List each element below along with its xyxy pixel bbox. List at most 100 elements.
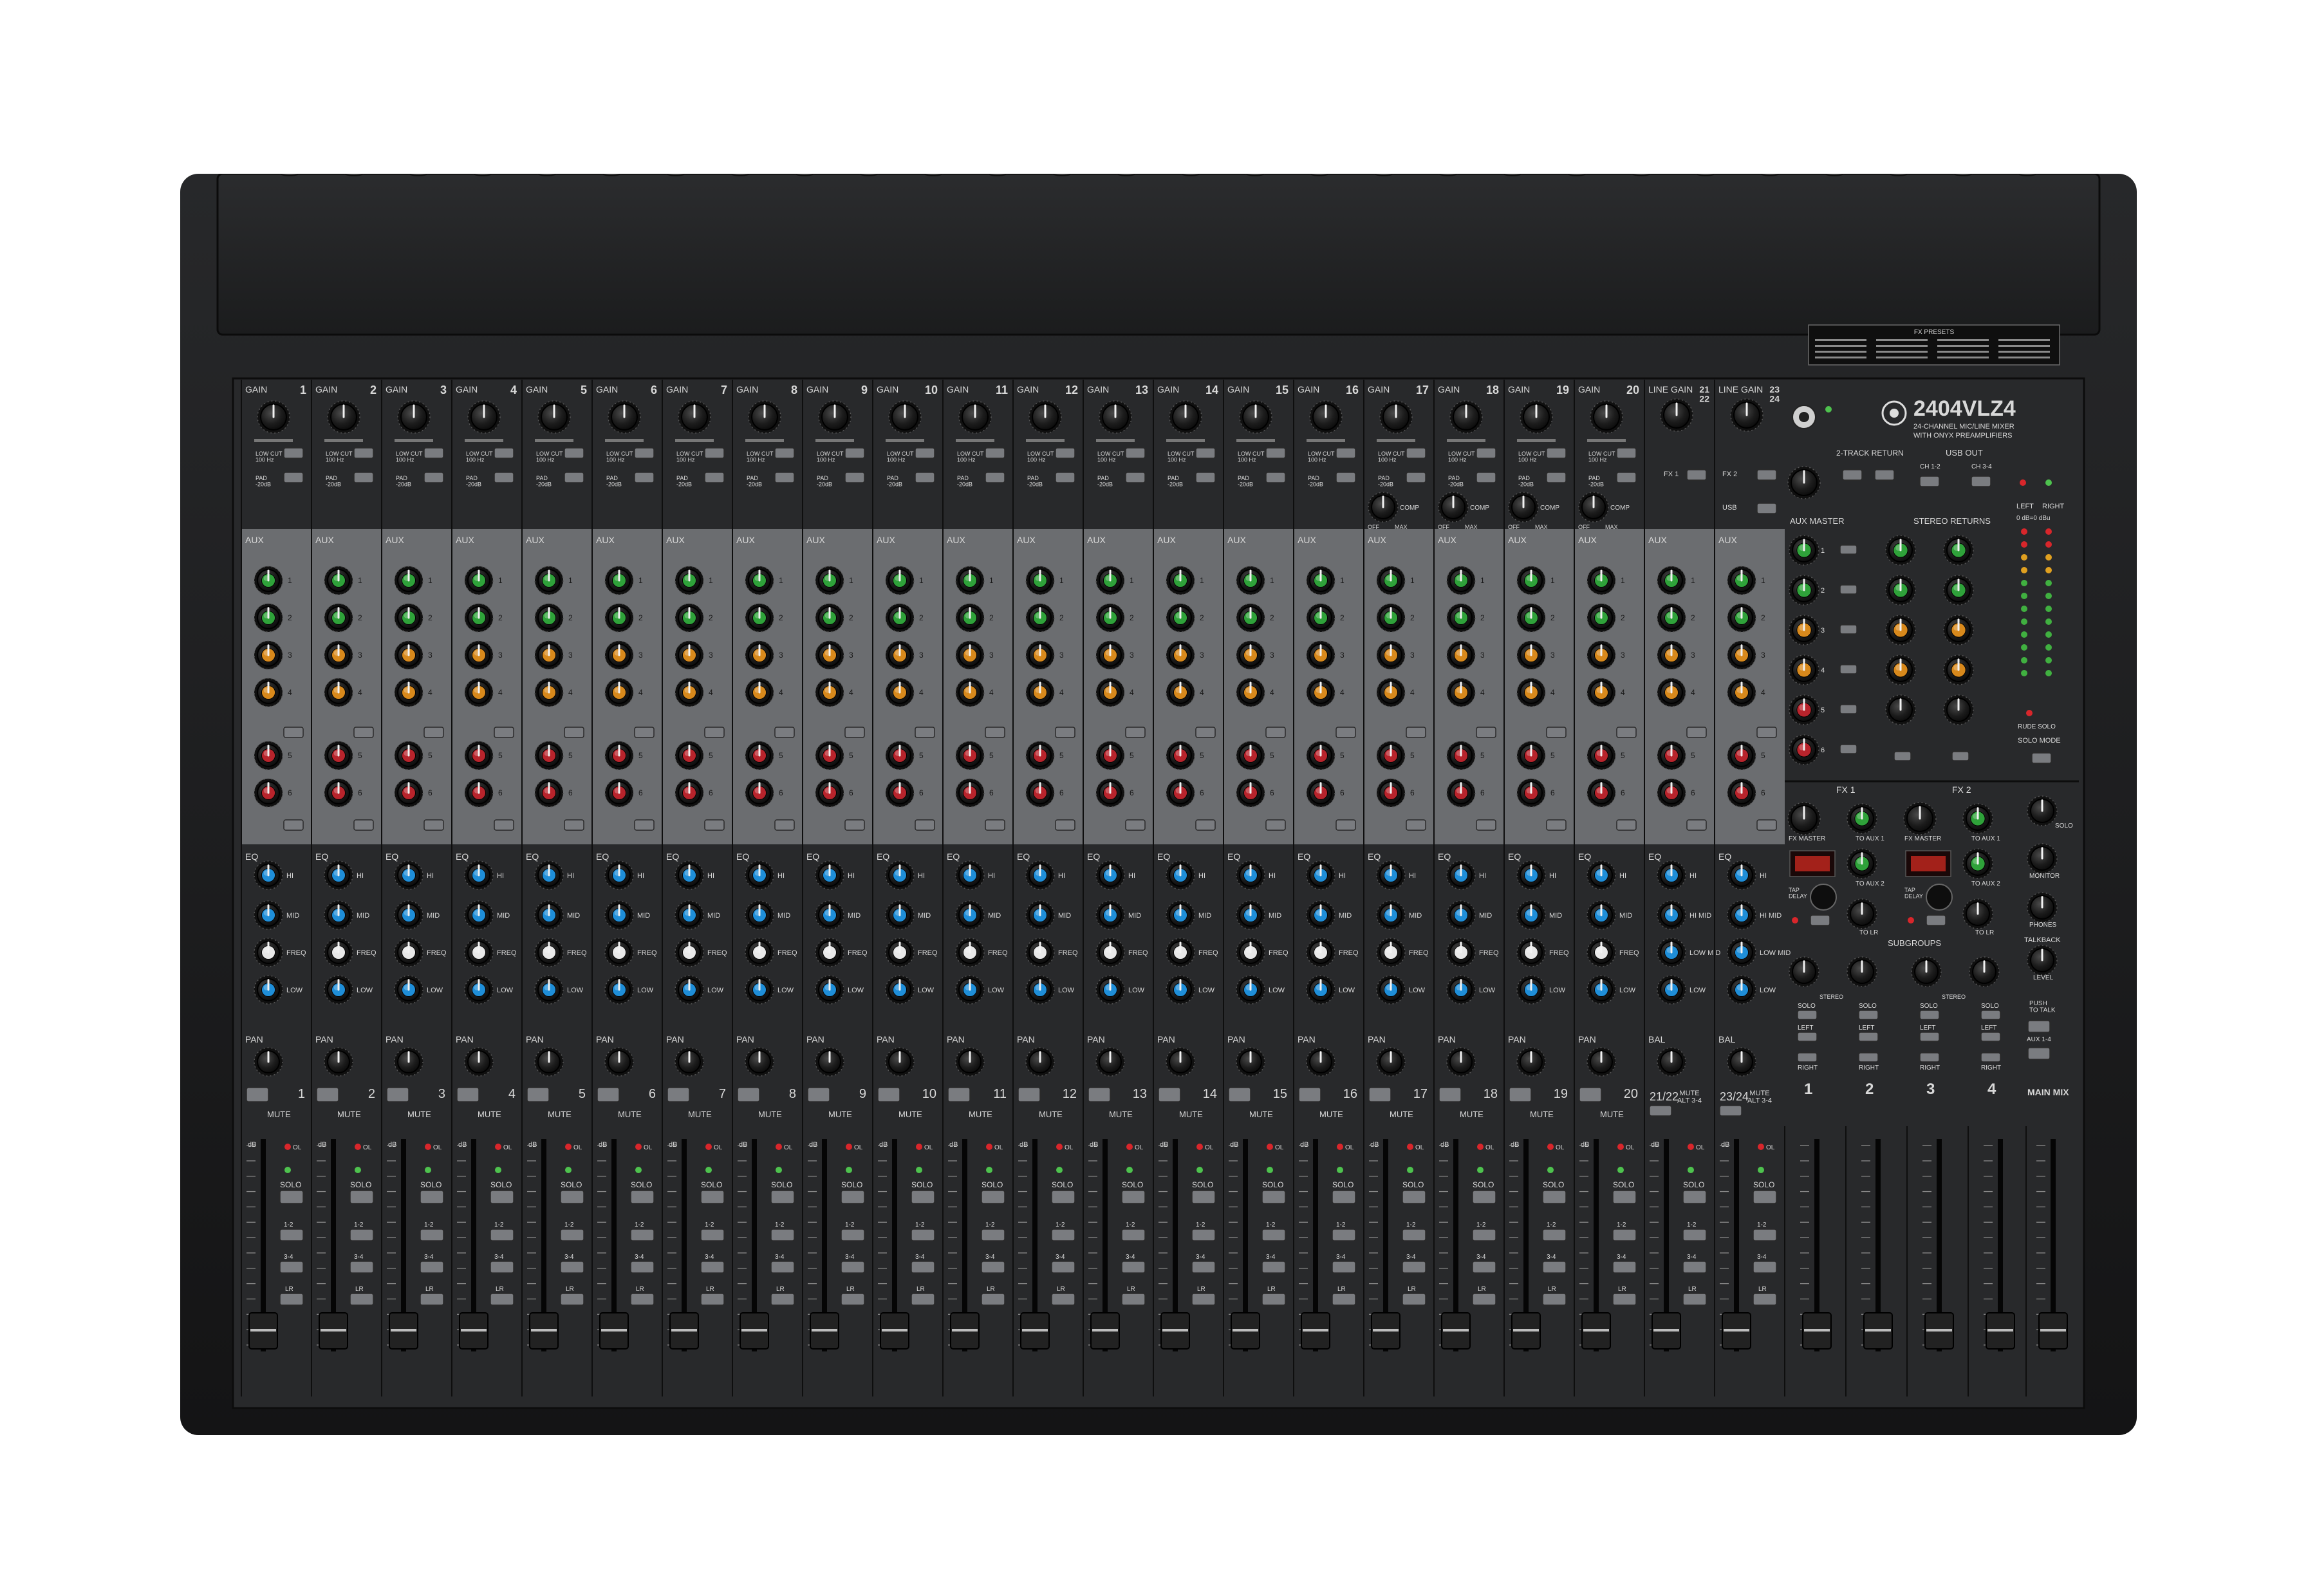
aux-2-knob[interactable] bbox=[604, 603, 634, 633]
aux-2-knob[interactable] bbox=[1236, 603, 1265, 633]
aux-4-knob[interactable] bbox=[534, 678, 564, 707]
subgroup-solo-button[interactable] bbox=[1797, 1010, 1818, 1020]
solo-button[interactable] bbox=[490, 1190, 514, 1204]
solo-button[interactable] bbox=[420, 1190, 444, 1204]
aux-6-knob[interactable] bbox=[604, 778, 634, 808]
aux-3-knob[interactable] bbox=[745, 640, 774, 670]
eq-freq-knob[interactable] bbox=[1516, 938, 1546, 967]
gain-knob[interactable] bbox=[1449, 400, 1483, 434]
eq-low-mid-knob[interactable] bbox=[1657, 938, 1686, 967]
pad-button[interactable] bbox=[1055, 472, 1075, 483]
aux-1-knob[interactable] bbox=[1166, 566, 1195, 595]
eq-mid-knob[interactable] bbox=[324, 900, 353, 930]
lr-button[interactable] bbox=[1753, 1293, 1777, 1306]
lr-button[interactable] bbox=[1261, 1293, 1286, 1306]
bus-34-button[interactable] bbox=[1612, 1261, 1637, 1274]
aux-master-solo-button[interactable] bbox=[1839, 584, 1857, 595]
aux-3-knob[interactable] bbox=[324, 640, 353, 670]
bus-12-button[interactable] bbox=[700, 1229, 725, 1241]
pad-button[interactable] bbox=[1265, 472, 1286, 483]
eq-hi-knob[interactable] bbox=[815, 860, 844, 890]
aux-6-knob[interactable] bbox=[1306, 778, 1335, 808]
fx1-to-aux2-knob[interactable] bbox=[1847, 848, 1877, 879]
gain-knob[interactable] bbox=[1099, 400, 1132, 434]
pre-post-button[interactable] bbox=[1406, 727, 1426, 738]
eq-freq-knob[interactable] bbox=[324, 938, 353, 967]
aux-2-knob[interactable] bbox=[675, 603, 704, 633]
stereo-return-1-knob[interactable] bbox=[1885, 615, 1916, 645]
eq-mid-knob[interactable] bbox=[1095, 900, 1125, 930]
mute-button[interactable] bbox=[316, 1087, 339, 1102]
fx1-master-knob[interactable] bbox=[1787, 802, 1821, 835]
aux-2-knob[interactable] bbox=[1516, 603, 1546, 633]
aux-2-knob[interactable] bbox=[1446, 603, 1476, 633]
aux-master-solo-button[interactable] bbox=[1839, 744, 1857, 754]
aux-1-knob[interactable] bbox=[1446, 566, 1476, 595]
subgroup-solo-button[interactable] bbox=[1980, 1010, 2001, 1020]
eq-hi-knob[interactable] bbox=[1376, 860, 1406, 890]
aux-1-knob[interactable] bbox=[534, 566, 564, 595]
aux-5-knob[interactable] bbox=[1376, 741, 1406, 770]
lr-button[interactable] bbox=[841, 1293, 865, 1306]
eq-low-knob[interactable] bbox=[1095, 975, 1125, 1005]
fx2-to-lr-knob[interactable] bbox=[1962, 898, 1993, 929]
eq-hi-knob[interactable] bbox=[324, 860, 353, 890]
mute-button[interactable] bbox=[1018, 1087, 1041, 1102]
aux-5-knob[interactable] bbox=[1236, 741, 1265, 770]
pre-post-button[interactable] bbox=[1055, 727, 1075, 738]
mute-button[interactable] bbox=[526, 1087, 550, 1102]
eq-freq-knob[interactable] bbox=[1446, 938, 1476, 967]
gain-knob[interactable] bbox=[1028, 400, 1062, 434]
low-cut-button[interactable] bbox=[634, 447, 655, 459]
gain-knob[interactable] bbox=[748, 400, 781, 434]
aux-3-knob[interactable] bbox=[1516, 640, 1546, 670]
pre-post-button[interactable] bbox=[1125, 727, 1146, 738]
fx2-to-aux1-knob[interactable] bbox=[1962, 803, 1993, 834]
solo-button[interactable] bbox=[770, 1190, 795, 1204]
eq-mid-knob[interactable] bbox=[534, 900, 564, 930]
eq-hi-knob[interactable] bbox=[254, 860, 283, 890]
subgroup-right-button[interactable] bbox=[1919, 1052, 1940, 1062]
aux-2-knob[interactable] bbox=[1025, 603, 1055, 633]
line-gain-knob[interactable] bbox=[1730, 398, 1763, 432]
aux-3-knob[interactable] bbox=[1446, 640, 1476, 670]
bus-34-button[interactable] bbox=[1542, 1261, 1567, 1274]
pre-post-button[interactable] bbox=[1406, 819, 1426, 831]
eq-low-knob[interactable] bbox=[1236, 975, 1265, 1005]
aux-5-knob[interactable] bbox=[324, 741, 353, 770]
mute-button[interactable] bbox=[1368, 1087, 1391, 1102]
pan-knob[interactable] bbox=[1025, 1047, 1055, 1077]
subgroup-right-button[interactable] bbox=[1980, 1052, 2001, 1062]
eq-mid-knob[interactable] bbox=[1376, 900, 1406, 930]
eq-mid-knob[interactable] bbox=[1166, 900, 1195, 930]
bus-12-button[interactable] bbox=[1191, 1229, 1216, 1241]
eq-freq-knob[interactable] bbox=[1166, 938, 1195, 967]
eq-freq-knob[interactable] bbox=[604, 938, 634, 967]
aux-3-knob[interactable] bbox=[1306, 640, 1335, 670]
aux-5-knob[interactable] bbox=[1095, 741, 1125, 770]
aux-5-knob[interactable] bbox=[1657, 741, 1686, 770]
aux-3-knob[interactable] bbox=[254, 640, 283, 670]
pan-knob[interactable] bbox=[464, 1047, 494, 1077]
aux-5-knob[interactable] bbox=[1306, 741, 1335, 770]
bus-34-button[interactable] bbox=[981, 1261, 1005, 1274]
eq-mid-knob[interactable] bbox=[1516, 900, 1546, 930]
mute-button[interactable] bbox=[1509, 1087, 1532, 1102]
pad-button[interactable] bbox=[564, 472, 584, 483]
mute-button[interactable] bbox=[947, 1087, 971, 1102]
aux-4-knob[interactable] bbox=[1166, 678, 1195, 707]
bus-34-button[interactable] bbox=[279, 1261, 304, 1274]
bus-12-button[interactable] bbox=[981, 1229, 1005, 1241]
aux-6-knob[interactable] bbox=[745, 778, 774, 808]
gain-knob[interactable] bbox=[608, 400, 641, 434]
aux-4-knob[interactable] bbox=[394, 678, 423, 707]
aux-5-knob[interactable] bbox=[1727, 741, 1756, 770]
mute-button[interactable] bbox=[1088, 1087, 1111, 1102]
mute-button[interactable] bbox=[667, 1087, 690, 1102]
pan-knob[interactable] bbox=[1166, 1047, 1195, 1077]
usb-button[interactable] bbox=[1756, 503, 1777, 514]
aux-1-knob[interactable] bbox=[745, 566, 774, 595]
aux-6-knob[interactable] bbox=[955, 778, 985, 808]
aux-2-knob[interactable] bbox=[955, 603, 985, 633]
pre-post-button[interactable] bbox=[985, 727, 1005, 738]
